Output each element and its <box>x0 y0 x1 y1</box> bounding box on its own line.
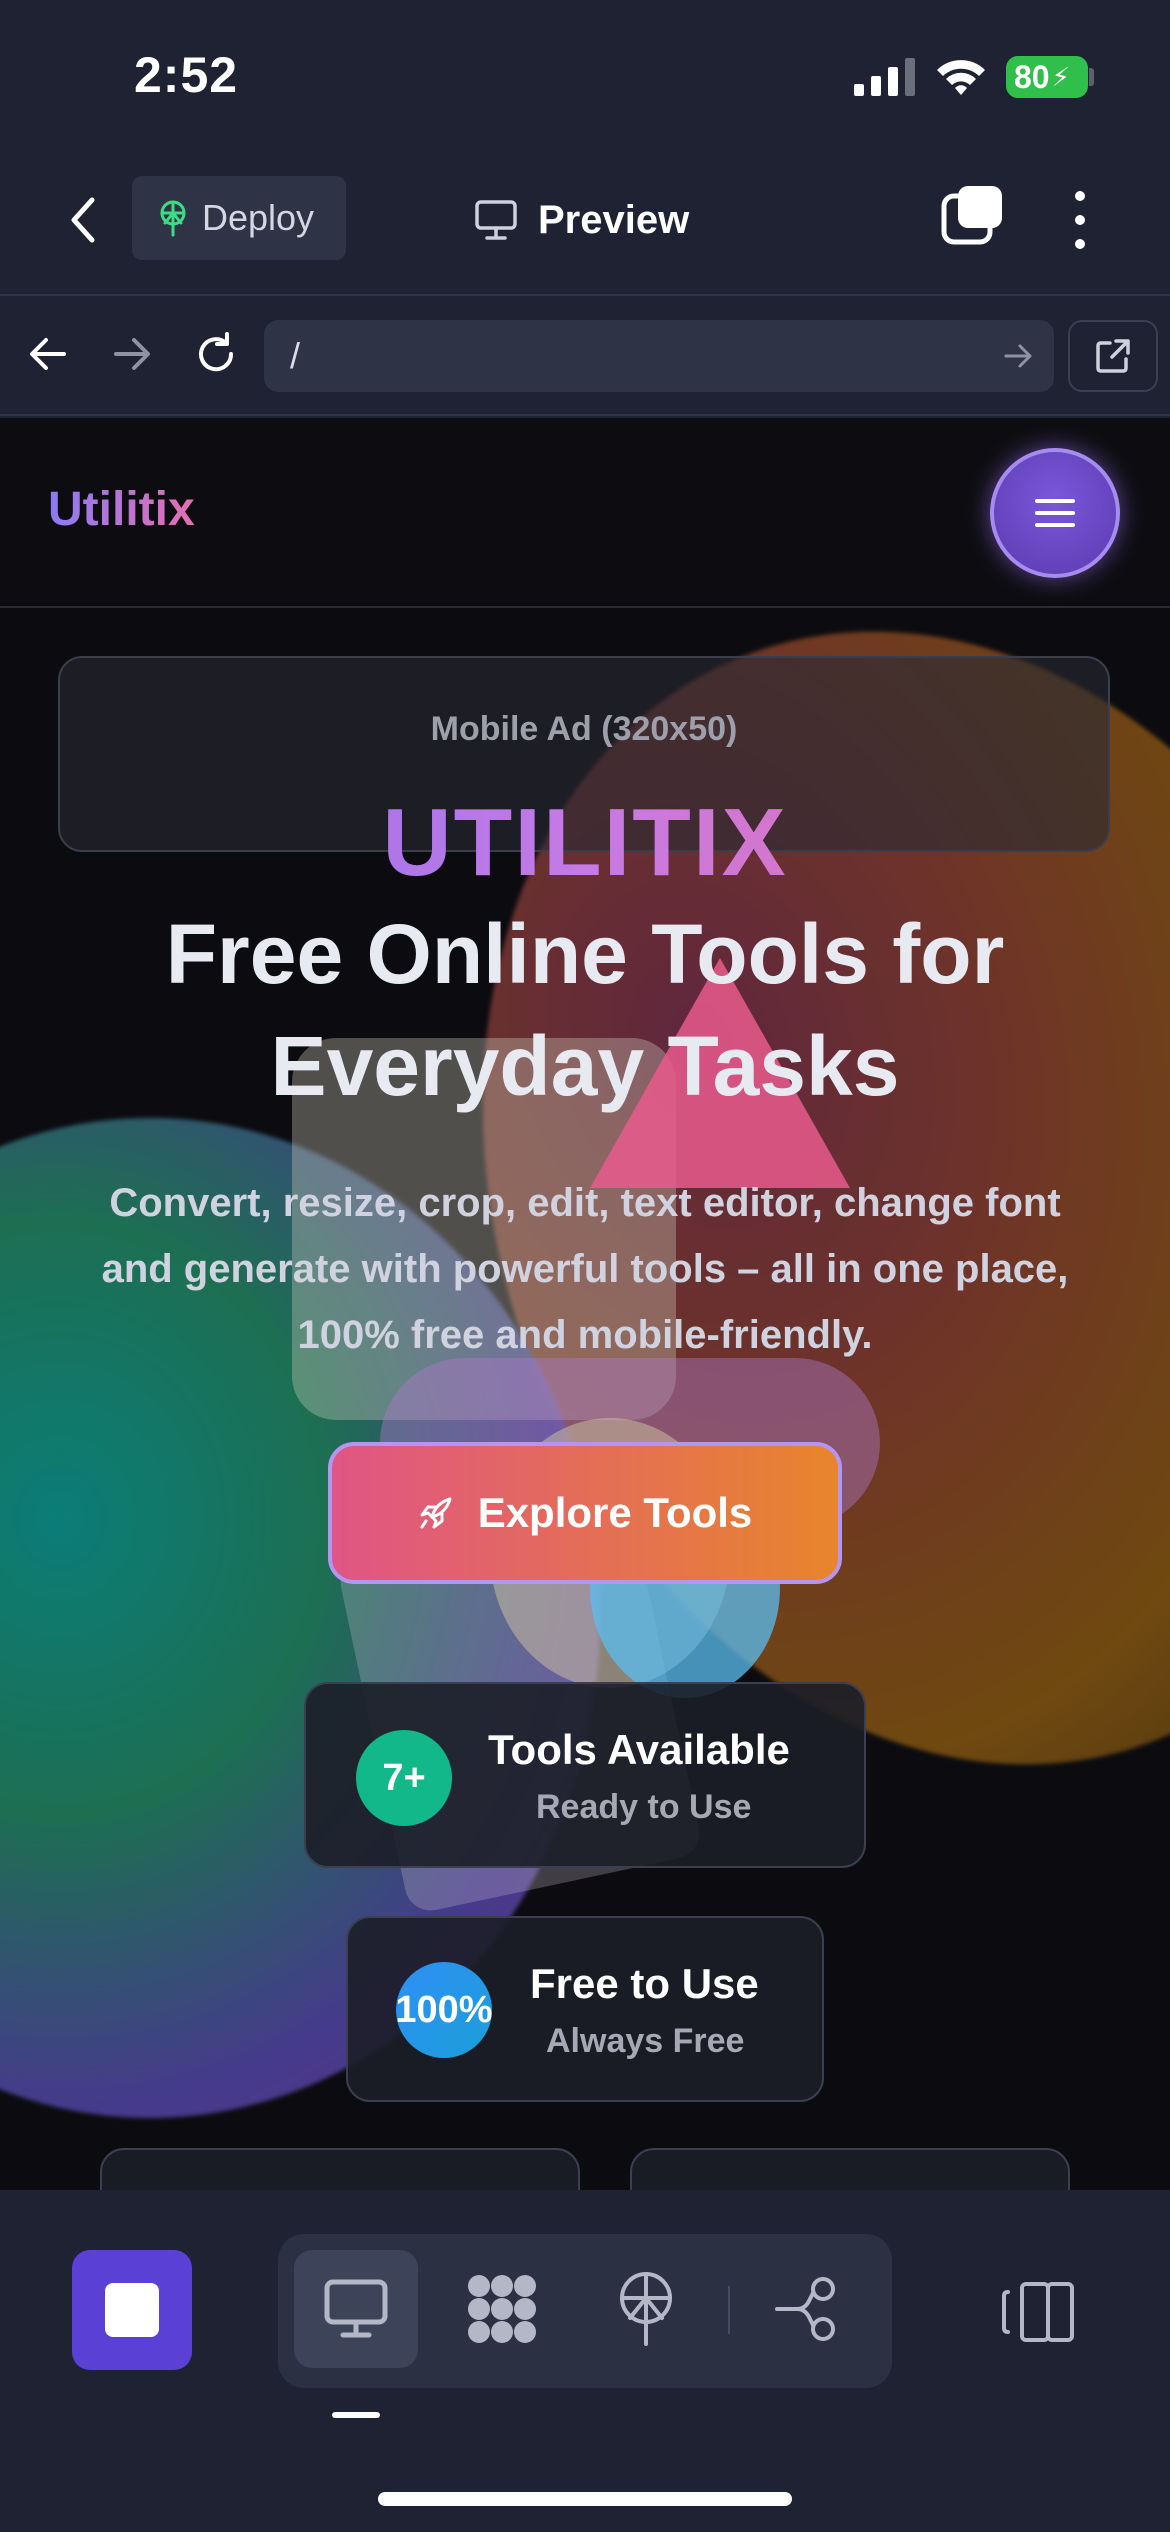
signal-icon <box>854 58 915 96</box>
stat-subtitle: Ready to Use <box>536 1788 752 1826</box>
preview-label: Preview <box>538 197 690 242</box>
reload-button[interactable] <box>188 326 244 382</box>
hero-subtitle: Convert, resize, crop, edit, text editor… <box>101 1181 1069 1357</box>
hero-title: Free Online Tools for Everyday Tasks <box>165 907 1005 1113</box>
external-link-icon <box>1096 339 1130 373</box>
status-bar: 2:52 80 ⚡ <box>0 0 1170 150</box>
deploy-view-button[interactable] <box>584 2250 708 2368</box>
menu-button[interactable] <box>990 448 1120 578</box>
divider <box>728 2286 730 2334</box>
stop-button[interactable] <box>72 2250 192 2370</box>
workflow-view-button[interactable] <box>440 2250 564 2368</box>
battery-indicator: 80 ⚡ <box>1006 56 1088 98</box>
reload-icon <box>199 332 234 372</box>
battery-level: 80 <box>1014 58 1050 95</box>
feature-card <box>630 2148 1070 2190</box>
panel-icon[interactable] <box>1000 2278 1076 2346</box>
browser-back-button[interactable] <box>20 326 76 382</box>
open-external-button[interactable] <box>1068 320 1158 392</box>
browser-bar: / <box>0 296 1170 416</box>
stat-card-tools: 7+ Tools Available Ready to Use <box>304 1682 866 1868</box>
home-indicator[interactable] <box>378 2492 792 2506</box>
view-switcher <box>278 2234 892 2388</box>
app-toolbar: Deploy Preview <box>0 150 1170 296</box>
tabs-icon[interactable] <box>940 184 1004 248</box>
arrow-left-icon <box>30 338 66 370</box>
stat-title: Tools Available <box>488 1726 790 1773</box>
url-text: / <box>290 335 301 376</box>
git-view-button[interactable] <box>748 2250 872 2368</box>
site-header: Utilitix <box>0 418 1170 608</box>
preview-view-button[interactable] <box>294 2250 418 2368</box>
rocket-icon <box>420 1497 452 1529</box>
monitor-icon <box>475 200 517 240</box>
stat-title: Free to Use <box>530 1960 759 2007</box>
deploy-label: Deploy <box>202 197 315 238</box>
browser-forward-button[interactable] <box>104 326 160 382</box>
stat-badge: 100% <box>395 1962 493 2058</box>
web-preview: Utilitix Mobile Ad (320x50) UTILITIX Fre… <box>0 418 1170 2190</box>
stat-badge: 7+ <box>356 1730 452 1826</box>
hero-brand: UTILITIX <box>0 788 1170 898</box>
more-icon[interactable] <box>1060 188 1100 252</box>
antenna-icon <box>620 2272 672 2346</box>
site-logo[interactable]: Utilitix <box>48 482 195 537</box>
stat-card-free: 100% Free to Use Always Free <box>346 1916 824 2102</box>
menu-icon <box>1035 499 1075 527</box>
url-input[interactable]: / <box>264 320 1054 392</box>
monitor-icon <box>324 2279 388 2338</box>
arrow-right-icon <box>114 338 150 370</box>
deploy-button[interactable]: Deploy <box>132 176 346 260</box>
explore-tools-button[interactable]: Explore Tools <box>328 1442 842 1584</box>
active-view-indicator <box>332 2412 380 2418</box>
back-icon[interactable] <box>58 190 108 250</box>
bottom-bar <box>0 2190 1170 2532</box>
stat-subtitle: Always Free <box>546 2022 745 2060</box>
branch-icon <box>775 2277 835 2341</box>
go-arrow-icon[interactable] <box>1002 339 1036 373</box>
battery-tip <box>1089 68 1094 86</box>
preview-tab[interactable]: Preview <box>474 192 689 248</box>
network-icon <box>468 2275 536 2343</box>
deploy-icon <box>160 200 186 237</box>
wifi-icon <box>937 60 985 95</box>
charging-icon: ⚡ <box>1051 61 1070 92</box>
stop-icon <box>105 2283 159 2337</box>
feature-card <box>100 2148 580 2190</box>
explore-tools-label: Explore Tools <box>477 1489 753 1536</box>
status-time: 2:52 <box>134 47 239 103</box>
